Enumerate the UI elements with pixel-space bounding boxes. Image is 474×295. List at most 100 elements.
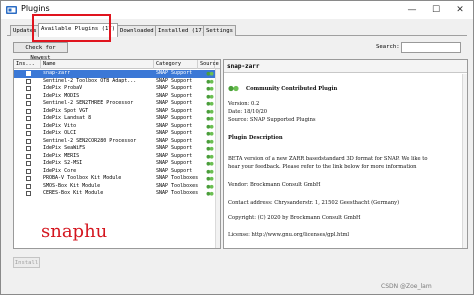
install-checkbox[interactable]: [26, 86, 31, 91]
search-input[interactable]: [401, 42, 461, 53]
plugin-date: Date: 18/10/20: [228, 109, 268, 115]
plugin-type: Community Contributed Plugin: [246, 86, 338, 92]
plugin-category: SNAP Support: [156, 100, 193, 106]
source-community-icon: [206, 131, 214, 136]
table-row[interactable]: Sentinel-2 SEN2THREE Processor SNAP Suppo…: [14, 100, 220, 108]
table-row[interactable]: IdePix OLCI SNAP Support: [14, 130, 220, 138]
plugin-name: Sentinel-2 SEN2THREE Processor: [43, 100, 134, 106]
table-row[interactable]: IdePix ProbaV SNAP Support: [14, 85, 220, 93]
details-header: snap-zarr: [224, 60, 467, 73]
table-row[interactable]: IdePix MODIS SNAP Support: [14, 93, 220, 101]
install-checkbox[interactable]: [26, 153, 31, 159]
plugin-source: Source: SNAP Supported Plugins: [228, 117, 316, 123]
tab-installed[interactable]: Installed (17): [155, 25, 209, 36]
install-checkbox[interactable]: [26, 176, 31, 181]
install-checkbox[interactable]: [26, 116, 31, 121]
column-header-category[interactable]: Category: [154, 60, 198, 69]
install-checkbox[interactable]: [26, 191, 31, 196]
table-row[interactable]: IdePix Landsat 8 SNAP Support: [14, 115, 220, 123]
source-community-icon: [206, 101, 214, 106]
install-checkbox[interactable]: [26, 93, 31, 99]
plugin-name: IdePix S2-MSI: [43, 160, 83, 166]
table-header: Ins... Name Category Source: [14, 60, 220, 69]
plugin-category: SNAP Toolboxes: [156, 175, 198, 181]
plugin-category: SNAP Toolboxes: [156, 182, 198, 189]
install-checkbox[interactable]: [26, 123, 31, 129]
source-community-icon: [206, 176, 214, 181]
minimize-button[interactable]: —: [401, 1, 423, 19]
watermark: CSDN @Zoe_lam: [381, 283, 432, 290]
plugin-category: SNAP Support: [156, 85, 193, 91]
source-community-icon: [206, 124, 214, 129]
plugin-name: Sentinel-2 SEN2COR280 Processor: [43, 137, 137, 144]
source-community-icon: [206, 154, 214, 159]
table-row[interactable]: Sentinel-2 SEN2COR280 Processor SNAP Supp…: [14, 137, 220, 146]
source-community-icon: [206, 94, 214, 99]
install-checkbox[interactable]: [26, 161, 31, 166]
install-checkbox[interactable]: [26, 138, 31, 144]
source-community-icon: [206, 86, 214, 91]
community-plugin-icon: [228, 85, 239, 92]
table-row[interactable]: Sentinel-2 Toolbox OTB Adapt... SNAP Supp…: [14, 77, 220, 86]
install-checkbox[interactable]: [26, 101, 31, 106]
table-row[interactable]: IdePix Spot VGT SNAP Support: [14, 107, 220, 116]
column-header-source[interactable]: Source: [198, 60, 219, 69]
plugin-name: IdePix Landsat 8: [43, 115, 92, 121]
plugin-category: SNAP Support: [156, 152, 193, 159]
plugin-name: PROBA-V Toolbox Kit Module: [43, 175, 122, 181]
tab-available-plugins[interactable]: Available Plugins (17): [38, 23, 119, 37]
plugin-category: SNAP Support: [156, 137, 193, 144]
source-community-icon: [206, 191, 214, 196]
install-checkbox[interactable]: [26, 78, 31, 84]
plugins-window: Plugins — ☐ ✕ Updates Available Plugins …: [0, 0, 474, 295]
plugin-category: SNAP Support: [156, 167, 193, 174]
table-row[interactable]: IdePix MERIS SNAP Support: [14, 152, 220, 161]
table-scrollbar[interactable]: [215, 69, 220, 248]
install-checkbox[interactable]: [26, 168, 31, 174]
app-icon: [6, 6, 17, 14]
table-row[interactable]: IdePix S2-MSI SNAP Support: [14, 160, 220, 168]
tab-downloaded[interactable]: Downloaded: [117, 25, 157, 36]
source-community-icon: [206, 109, 214, 114]
table-row[interactable]: IdePix SeaWiFS SNAP Support: [14, 145, 220, 153]
table-row[interactable]: SMOS-Box Kit Module SNAP Toolboxes: [14, 182, 220, 191]
source-community-icon: [206, 184, 214, 189]
details-scrollbar[interactable]: [462, 74, 467, 248]
plugin-name: snap-zarr: [43, 70, 71, 76]
copyright: Copyright: (C) 2020 by Brockmann Consult…: [228, 215, 361, 221]
plugin-version: Version: 0.2: [228, 101, 260, 107]
column-header-name[interactable]: Name: [41, 60, 154, 69]
install-button[interactable]: Install: [13, 257, 40, 268]
plugin-name: SMOS-Box Kit Module: [43, 182, 101, 189]
plugin-category: SNAP Support: [156, 77, 193, 84]
table-row[interactable]: CERES-Box Kit Module SNAP Toolboxes: [14, 190, 220, 198]
install-checkbox[interactable]: [26, 131, 31, 136]
table-row[interactable]: IdePix Core SNAP Support: [14, 167, 220, 176]
install-checkbox[interactable]: [26, 183, 31, 189]
description-line-1: BETA version of a new ZARR basedstandard…: [228, 156, 428, 162]
contact-address: Contact address: Chrysanderstr. 1, 21502…: [228, 200, 400, 206]
table-row[interactable]: PROBA-V Toolbox Kit Module SNAP Toolboxes: [14, 175, 220, 183]
plugin-category: SNAP Support: [156, 122, 193, 129]
source-community-icon: [206, 79, 214, 84]
plugin-category: SNAP Support: [156, 107, 193, 114]
check-for-newest-button[interactable]: Check for Newest: [13, 42, 68, 61]
maximize-button[interactable]: ☐: [425, 1, 447, 19]
table-row[interactable]: snap-zarr SNAP Support: [14, 70, 220, 78]
source-community-icon: [206, 169, 214, 174]
install-checkbox[interactable]: [26, 108, 31, 114]
install-checkbox[interactable]: [26, 146, 31, 151]
install-checkbox[interactable]: [26, 71, 31, 76]
close-button[interactable]: ✕: [449, 1, 471, 19]
plugin-name: IdePix MERIS: [43, 152, 80, 159]
plugin-category: SNAP Support: [156, 130, 193, 136]
table-row[interactable]: IdePix Vito SNAP Support: [14, 122, 220, 131]
plugin-category: SNAP Toolboxes: [156, 190, 198, 196]
plugin-name: Sentinel-2 Toolbox OTB Adapt...: [43, 77, 137, 84]
plugin-name: IdePix Core: [43, 167, 77, 174]
license-link[interactable]: License: http://www.gnu.org/licenses/gpl…: [228, 232, 349, 238]
tab-settings[interactable]: Settings: [203, 25, 236, 36]
plugin-name: CERES-Box Kit Module: [43, 190, 104, 196]
column-header-install[interactable]: Ins...: [14, 60, 41, 69]
tab-updates[interactable]: Updates: [10, 25, 40, 36]
